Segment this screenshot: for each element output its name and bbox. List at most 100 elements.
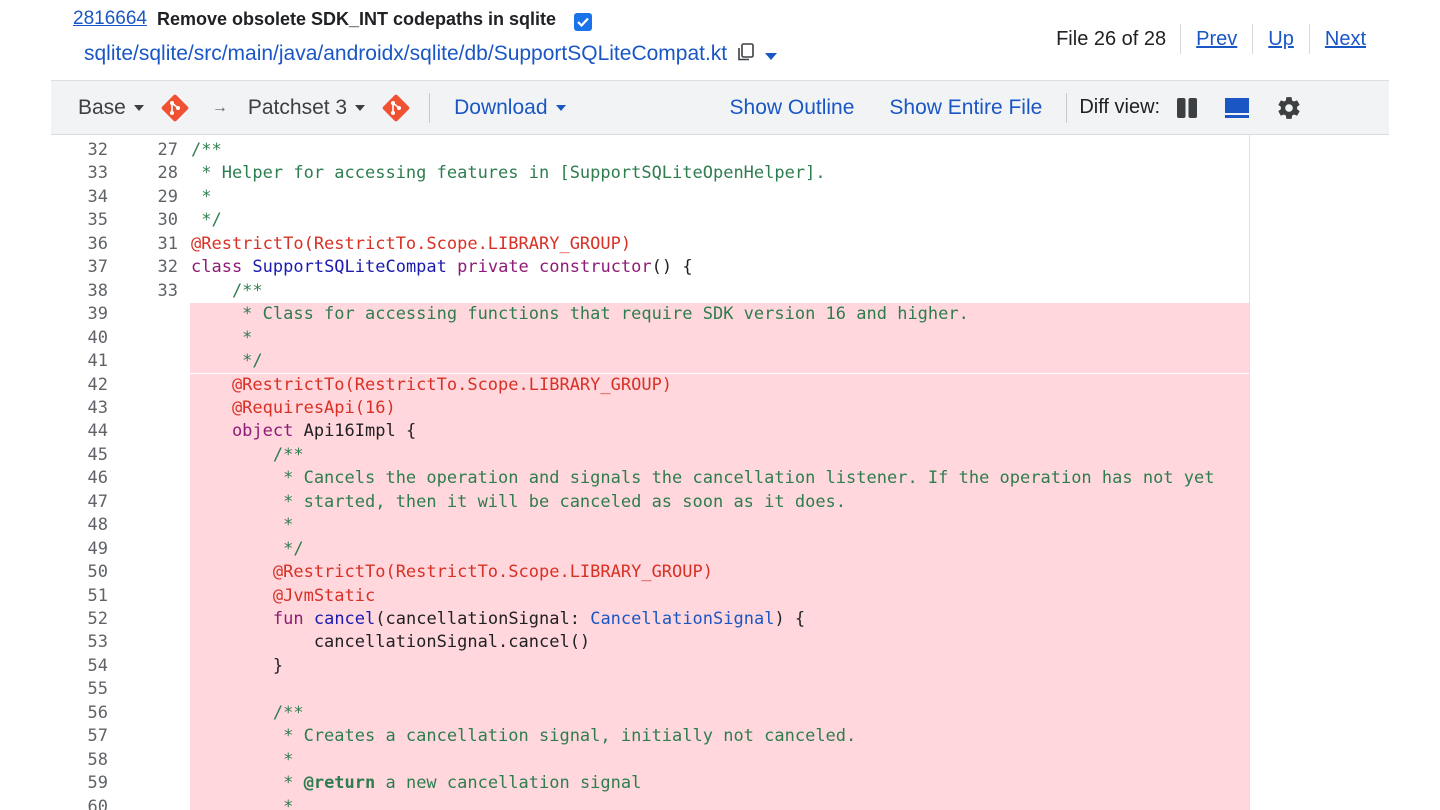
base-dropdown[interactable]: Base (78, 81, 144, 134)
left-line-number[interactable]: 53 (51, 631, 108, 654)
left-line-number[interactable]: 40 (51, 327, 108, 350)
left-line-number[interactable]: 58 (51, 749, 108, 772)
right-line-number[interactable]: 28 (111, 162, 178, 185)
code-line: /** (190, 443, 1249, 468)
left-line-number[interactable]: 47 (51, 491, 108, 514)
download-dropdown[interactable]: Download (454, 81, 566, 134)
code-comment: * (191, 773, 304, 794)
left-line-number[interactable]: 45 (51, 444, 108, 467)
chevron-down-icon[interactable] (765, 43, 778, 67)
right-line-number[interactable]: 31 (111, 233, 178, 256)
code-comment: a new cancellation signal (375, 773, 642, 794)
diff-line-context: 36 31 @RestrictTo(RestrictTo.Scope.LIBRARY… (51, 233, 1249, 256)
diff-line-removed: 59 * @return a new cancellation signal (51, 772, 1249, 796)
diff-line-removed: 50 @RestrictTo(RestrictTo.Scope.LIBRARY_… (51, 561, 1249, 585)
reviewed-checkbox[interactable] (574, 13, 593, 31)
right-line-number[interactable]: 30 (111, 209, 178, 232)
left-line-number[interactable]: 60 (51, 796, 108, 810)
left-line-number[interactable]: 43 (51, 397, 108, 420)
show-entire-file-button[interactable]: Show Entire File (889, 81, 1042, 134)
left-line-number[interactable]: 56 (51, 702, 108, 725)
next-file-link[interactable]: Next (1310, 24, 1366, 54)
code-comment: * Creates a cancellation signal, initial… (191, 726, 857, 747)
gear-icon[interactable] (1276, 81, 1302, 134)
left-line-number[interactable]: 50 (51, 561, 108, 584)
diff-line-removed: 54 } (51, 654, 1249, 679)
right-line-number[interactable]: 32 (111, 256, 178, 279)
right-line-number[interactable]: 33 (111, 280, 178, 303)
code-line (190, 678, 1249, 702)
left-line-number[interactable]: 46 (51, 467, 108, 490)
right-line-number[interactable]: 29 (111, 186, 178, 209)
diff-line-context: 32 27 /** (51, 139, 1249, 162)
left-line-number[interactable]: 36 (51, 233, 108, 256)
left-line-number[interactable]: 52 (51, 608, 108, 631)
chevron-down-icon (133, 104, 144, 111)
code-text: } (191, 655, 284, 676)
left-line-number[interactable]: 32 (51, 139, 108, 162)
git-icon[interactable] (160, 81, 190, 134)
left-line-number[interactable]: 35 (51, 209, 108, 232)
code-comment: * (191, 327, 253, 348)
code-line: * Creates a cancellation signal, initial… (190, 725, 1249, 749)
left-line-number[interactable]: 54 (51, 655, 108, 678)
code-keyword: object (191, 421, 294, 442)
diff-line-removed: 44 object Api16Impl { (51, 420, 1249, 444)
left-line-number[interactable]: 55 (51, 678, 108, 701)
change-number-link[interactable]: 2816664 (73, 8, 147, 30)
change-title: Remove obsolete SDK_INT codepaths in sql… (156, 8, 557, 29)
diff-line-context: 33 28 * Helper for accessing features in … (51, 162, 1249, 185)
diff-line-removed: 57 * Creates a cancellation signal, init… (51, 725, 1249, 749)
code-text: Api16Impl { (293, 421, 417, 442)
left-line-number[interactable]: 44 (51, 420, 108, 443)
left-line-number[interactable]: 41 (51, 350, 108, 373)
diff-content: 32 27/** 33 28 * Helper for accessing featu… (51, 135, 1250, 810)
prev-file-link[interactable]: Prev (1181, 24, 1254, 54)
code-keyword: constructor (539, 257, 652, 278)
left-line-number[interactable]: 48 (51, 514, 108, 537)
code-comment: * started, then it will be canceled as s… (191, 491, 847, 512)
code-line: fun cancel(cancellationSignal: Cancellat… (190, 608, 1249, 632)
copy-icon[interactable] (737, 43, 755, 67)
code-line: * Cancels the operation and signals the … (190, 467, 1249, 491)
file-navigation: File 26 of 28 Prev Up Next (1056, 24, 1366, 54)
diff-line-removed: 41 */ (51, 350, 1249, 374)
code-type: CancellationSignal (590, 609, 775, 629)
code-line: /** (190, 280, 1249, 303)
code-line: @RestrictTo(RestrictTo.Scope.LIBRARY_GRO… (190, 233, 1249, 256)
code-comment: /** (191, 140, 222, 160)
up-link[interactable]: Up (1253, 24, 1310, 54)
code-line: @RequiresApi(16) (190, 396, 1249, 421)
base-dropdown-label: Base (78, 95, 126, 119)
left-line-number[interactable]: 34 (51, 186, 108, 209)
code-line: /** (190, 139, 1249, 162)
code-text: ) { (774, 609, 806, 629)
code-annotation: @RestrictTo(RestrictTo.Scope.LIBRARY_GRO… (191, 562, 713, 583)
left-line-number[interactable]: 33 (51, 162, 108, 185)
left-line-number[interactable]: 51 (51, 585, 108, 608)
git-icon[interactable] (381, 81, 411, 134)
code-line: */ (190, 350, 1249, 374)
show-outline-button[interactable]: Show Outline (730, 81, 855, 134)
diff-line-context: 34 29 * (51, 186, 1249, 209)
diff-line-removed: 46 * Cancels the operation and signals t… (51, 467, 1249, 491)
left-line-number[interactable]: 39 (51, 303, 108, 326)
left-line-number[interactable]: 57 (51, 725, 108, 748)
code-comment: * Helper for accessing features in [Supp… (191, 163, 826, 184)
left-line-number[interactable]: 59 (51, 772, 108, 795)
file-count: File 26 of 28 (1056, 24, 1182, 54)
side-by-side-view-icon[interactable] (1177, 81, 1198, 134)
left-line-number[interactable]: 37 (51, 256, 108, 279)
right-line-number[interactable]: 27 (111, 139, 178, 162)
code-text: (cancellationSignal: (375, 609, 591, 629)
change-line: 2816664 Remove obsolete SDK_INT codepath… (73, 7, 593, 31)
patchset-dropdown[interactable]: Patchset 3 (248, 81, 366, 134)
unified-view-icon[interactable] (1225, 81, 1250, 134)
code-line: object Api16Impl { (190, 420, 1249, 444)
left-line-number[interactable]: 38 (51, 280, 108, 303)
left-line-number[interactable]: 42 (51, 374, 108, 397)
left-line-number[interactable]: 49 (51, 538, 108, 561)
code-comment: /** (191, 702, 304, 723)
file-path-link[interactable]: sqlite/sqlite/src/main/java/androidx/sql… (84, 42, 727, 66)
